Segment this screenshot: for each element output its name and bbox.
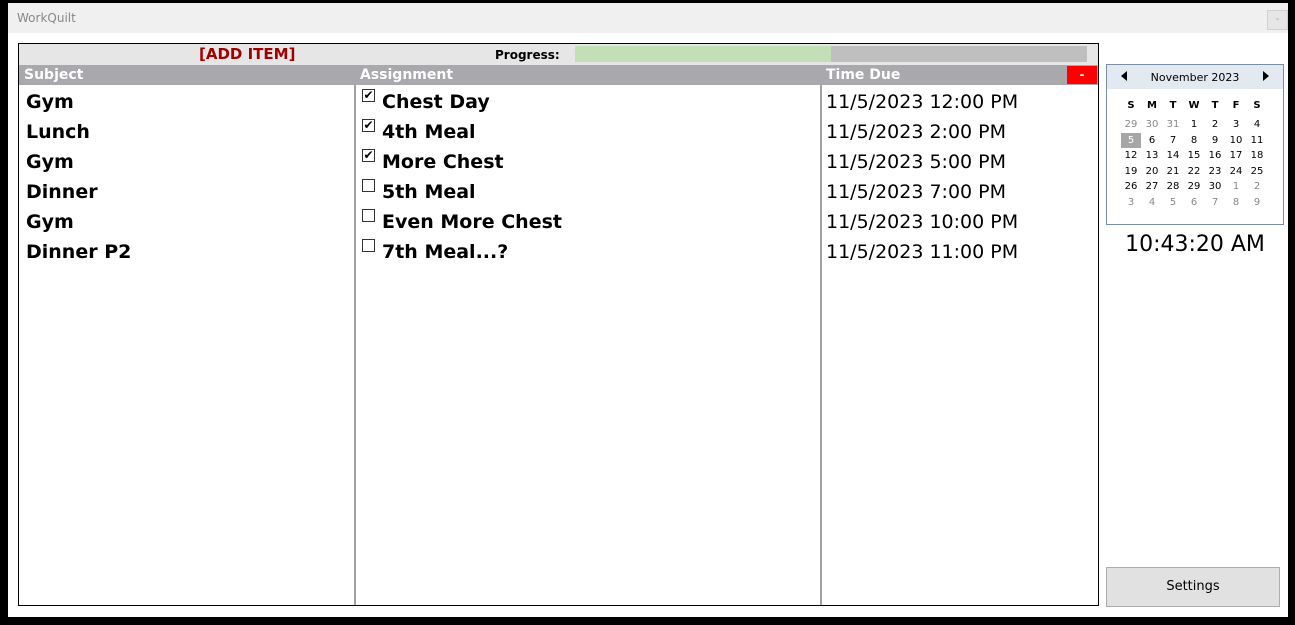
calendar-day[interactable]: 7 <box>1205 195 1225 210</box>
checkbox-checked[interactable]: ✔ <box>362 89 375 102</box>
subject-cell[interactable]: Gym <box>26 211 74 233</box>
calendar-header: November 2023 <box>1107 65 1283 89</box>
calendar-day[interactable]: 12 <box>1121 148 1141 163</box>
calendar-day[interactable]: 27 <box>1142 179 1162 194</box>
subject-cell[interactable]: Gym <box>26 151 74 173</box>
calendar-day[interactable]: 19 <box>1121 164 1141 179</box>
calendar-day-selected[interactable]: 5 <box>1121 132 1141 148</box>
time-due-cell[interactable]: 11/5/2023 11:00 PM <box>826 241 1018 263</box>
weekday-label: S <box>1127 100 1135 111</box>
calendar-day[interactable]: 2 <box>1205 117 1225 132</box>
assignment-column-header[interactable]: Assignment <box>355 65 821 85</box>
calendar-day[interactable]: 15 <box>1184 148 1204 163</box>
settings-button[interactable]: Settings <box>1106 567 1280 607</box>
calendar-day[interactable]: 9 <box>1205 133 1225 148</box>
calendar-day[interactable]: 20 <box>1142 164 1162 179</box>
title-bar: WorkQuilt - <box>8 3 1288 33</box>
calendar-day[interactable]: 17 <box>1226 148 1246 163</box>
weekday-label: T <box>1169 100 1177 111</box>
calendar-day[interactable]: 14 <box>1163 148 1183 163</box>
calendar-day[interactable]: 31 <box>1163 117 1183 132</box>
progress-bar <box>575 46 1087 62</box>
next-month-icon[interactable] <box>1263 71 1269 81</box>
checkbox-unchecked[interactable] <box>362 209 375 222</box>
weekday-label: F <box>1232 100 1240 111</box>
assignment-cell[interactable]: 7th Meal...? <box>382 241 508 263</box>
subject-cell[interactable]: Lunch <box>26 121 90 143</box>
calendar-day[interactable]: 28 <box>1163 179 1183 194</box>
calendar-day[interactable]: 23 <box>1205 164 1225 179</box>
subject-column-header[interactable]: Subject <box>19 65 355 85</box>
assignment-cell[interactable]: More Chest <box>382 151 504 173</box>
assignment-cell[interactable]: Even More Chest <box>382 211 562 233</box>
assignment-cell[interactable]: Chest Day <box>382 91 490 113</box>
calendar-day[interactable]: 3 <box>1226 117 1246 132</box>
assignment-cell[interactable]: 4th Meal <box>382 121 476 143</box>
checkbox-checked[interactable]: ✔ <box>362 119 375 132</box>
calendar-day[interactable]: 30 <box>1142 117 1162 132</box>
calendar-day[interactable]: 10 <box>1226 133 1246 148</box>
minimize-button[interactable]: - <box>1267 10 1288 30</box>
grid-toolbar: [ADD ITEM] Progress: <box>19 44 1098 65</box>
calendar-day[interactable]: 29 <box>1184 179 1204 194</box>
calendar-day[interactable]: 6 <box>1184 195 1204 210</box>
weekday-label: T <box>1211 100 1219 111</box>
calendar-day[interactable]: 6 <box>1142 133 1162 148</box>
calendar-month-label[interactable]: November 2023 <box>1107 71 1283 84</box>
progress-fill <box>575 46 831 62</box>
calendar-day[interactable]: 22 <box>1184 164 1204 179</box>
subject-column: Gym Lunch Gym Dinner Gym Dinner P2 <box>19 85 354 605</box>
subject-cell[interactable]: Gym <box>26 91 74 113</box>
weekday-label: S <box>1253 100 1261 111</box>
calendar-day[interactable]: 4 <box>1247 117 1267 132</box>
calendar-day[interactable]: 21 <box>1163 164 1183 179</box>
weekday-label: W <box>1188 100 1200 111</box>
add-item-button[interactable]: [ADD ITEM] <box>199 45 295 63</box>
calendar-day[interactable]: 9 <box>1247 195 1267 210</box>
checkbox-unchecked[interactable] <box>362 179 375 192</box>
calendar-day[interactable]: 13 <box>1142 148 1162 163</box>
progress-label: Progress: <box>495 48 560 62</box>
calendar-day[interactable]: 29 <box>1121 117 1141 132</box>
assignment-grid: [ADD ITEM] Progress: Subject Assignment … <box>18 43 1099 606</box>
time-due-column: 11/5/2023 12:00 PM 11/5/2023 2:00 PM 11/5/… <box>822 85 1098 605</box>
calendar-day[interactable]: 16 <box>1205 148 1225 163</box>
calendar-day[interactable]: 11 <box>1247 133 1267 148</box>
calendar-day[interactable]: 2 <box>1247 179 1267 194</box>
window-title: WorkQuilt <box>17 11 76 25</box>
time-due-cell[interactable]: 11/5/2023 10:00 PM <box>826 211 1018 233</box>
calendar-day[interactable]: 25 <box>1247 164 1267 179</box>
calendar-day[interactable]: 8 <box>1184 133 1204 148</box>
calendar-day[interactable]: 3 <box>1121 195 1141 210</box>
delete-item-button[interactable]: - <box>1067 66 1097 84</box>
calendar-day[interactable]: 26 <box>1121 179 1141 194</box>
calendar-day[interactable]: 24 <box>1226 164 1246 179</box>
calendar-day[interactable]: 18 <box>1247 148 1267 163</box>
time-due-cell[interactable]: 11/5/2023 5:00 PM <box>826 151 1006 173</box>
subject-cell[interactable]: Dinner P2 <box>26 241 131 263</box>
calendar-day[interactable]: 1 <box>1184 117 1204 132</box>
clock: 10:43:20 AM <box>1125 232 1265 257</box>
checkbox-unchecked[interactable] <box>362 239 375 252</box>
calendar-day[interactable]: 7 <box>1163 133 1183 148</box>
calendar-day[interactable]: 5 <box>1163 195 1183 210</box>
weekday-label: M <box>1147 100 1157 111</box>
subject-cell[interactable]: Dinner <box>26 181 98 203</box>
month-calendar[interactable]: November 2023 S M T W T F S 29 30 31 1 2 3 4 5 6 7 8 9 10 11… <box>1106 64 1284 225</box>
time-due-cell[interactable]: 11/5/2023 12:00 PM <box>826 91 1018 113</box>
app-window: WorkQuilt - [ADD ITEM] Progress: Subject… <box>8 3 1288 617</box>
calendar-day[interactable]: 30 <box>1205 179 1225 194</box>
calendar-day[interactable]: 8 <box>1226 195 1246 210</box>
time-due-cell[interactable]: 11/5/2023 7:00 PM <box>826 181 1006 203</box>
calendar-day[interactable]: 4 <box>1142 195 1162 210</box>
checkbox-checked[interactable]: ✔ <box>362 149 375 162</box>
assignment-cell[interactable]: 5th Meal <box>382 181 476 203</box>
time-due-cell[interactable]: 11/5/2023 2:00 PM <box>826 121 1006 143</box>
assignment-column: ✔ Chest Day ✔ 4th Meal ✔ More Chest 5th Meal Ev… <box>356 85 820 605</box>
time-due-column-header[interactable]: Time Due <box>821 65 1098 85</box>
calendar-day[interactable]: 1 <box>1226 179 1246 194</box>
